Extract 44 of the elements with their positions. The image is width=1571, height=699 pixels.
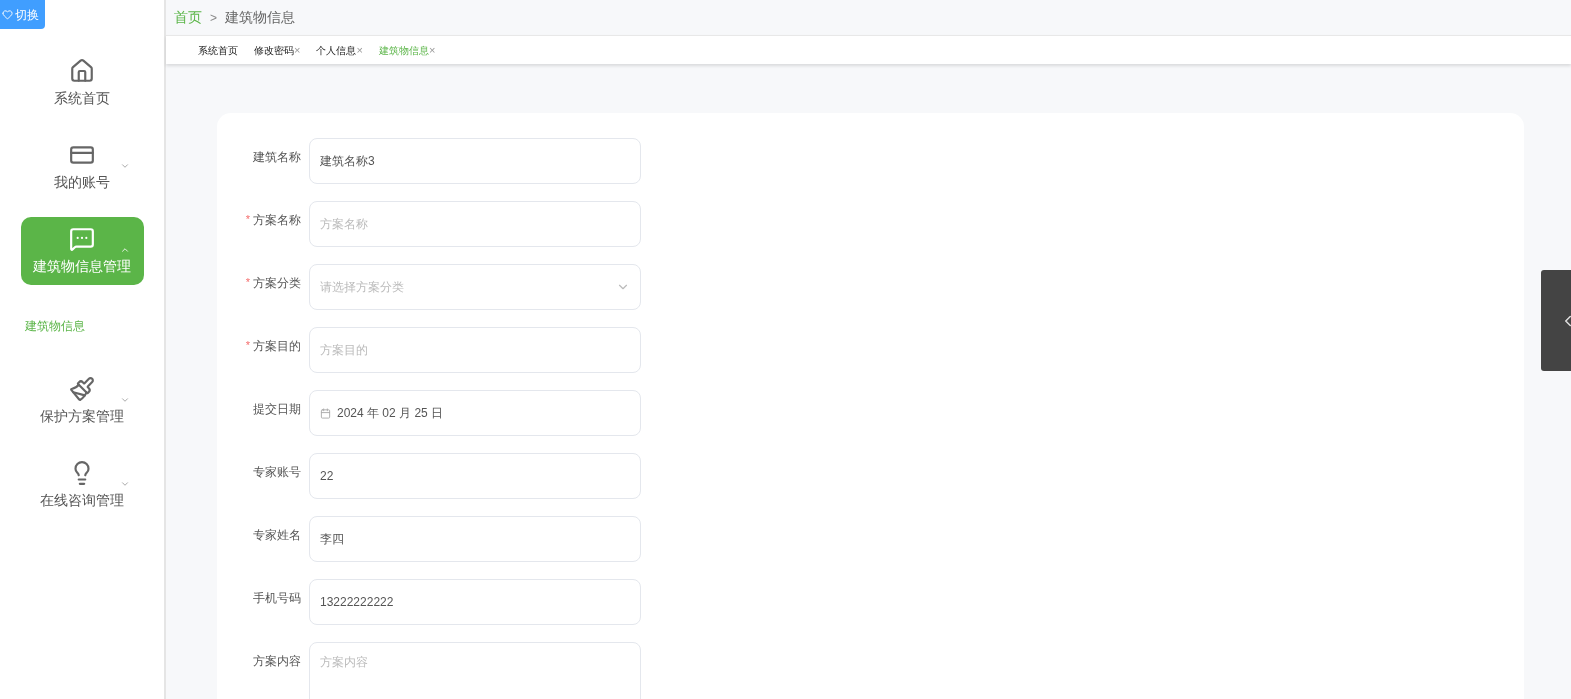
sidebar-label: 我的账号 <box>54 172 110 192</box>
chat-icon <box>69 225 95 252</box>
field-label: 方案内容 <box>253 653 301 670</box>
input-field[interactable]: 李四 <box>309 516 641 562</box>
sidebar-item[interactable]: 在线咨询管理 <box>20 451 144 519</box>
field-label: 方案目的 <box>253 338 301 355</box>
breadcrumb-current: 建筑物信息 <box>225 8 295 27</box>
tab[interactable]: 个人信息 <box>316 42 357 58</box>
input-field[interactable]: 22 <box>309 453 641 499</box>
required-mark: * <box>245 338 250 353</box>
tab[interactable]: 系统首页 <box>198 42 238 58</box>
chevron-down-icon <box>119 479 130 489</box>
side-panel-handle[interactable] <box>1541 270 1571 371</box>
chevron-up-icon <box>119 245 130 255</box>
sidebar-item[interactable]: 系统首页 <box>20 49 144 117</box>
heart-icon <box>2 9 13 20</box>
date-field[interactable]: 2024 年 02 月 25 日 <box>309 390 641 436</box>
field-label: 方案名称 <box>253 212 301 229</box>
brush-icon <box>69 375 95 402</box>
sidebar-item[interactable]: 保护方案管理 <box>20 367 144 435</box>
required-mark: * <box>245 275 250 290</box>
input-field[interactable]: 建筑名称3 <box>309 138 641 184</box>
breadcrumb-separator: > <box>210 9 217 27</box>
house-icon <box>69 57 95 84</box>
field-label: 手机号码 <box>253 590 301 607</box>
chevron-down-icon <box>119 161 130 171</box>
field-label: 方案分类 <box>253 275 301 292</box>
required-mark: * <box>245 212 250 227</box>
chevron-down-icon <box>119 395 130 405</box>
input-field[interactable]: 方案目的 <box>309 327 641 373</box>
sidebar-label: 系统首页 <box>54 88 110 108</box>
sidebar-label: 在线咨询管理 <box>40 490 124 510</box>
field-label: 建筑名称 <box>253 149 301 166</box>
field-label: 专家账号 <box>253 464 301 481</box>
tab[interactable]: 修改密码 <box>254 42 294 58</box>
input-field[interactable]: 方案名称 <box>309 201 641 247</box>
calendar-icon <box>320 407 331 419</box>
sidebar-label: 建筑物信息管理 <box>33 256 131 276</box>
textarea-field[interactable]: 方案内容 <box>309 642 641 699</box>
sidebar-label: 保护方案管理 <box>40 406 124 426</box>
sidebar-item[interactable]: 我的账号 <box>20 133 144 201</box>
input-field[interactable]: 13222222222 <box>309 579 641 625</box>
field-label: 专家姓名 <box>253 527 301 544</box>
field-label: 提交日期 <box>253 401 301 418</box>
